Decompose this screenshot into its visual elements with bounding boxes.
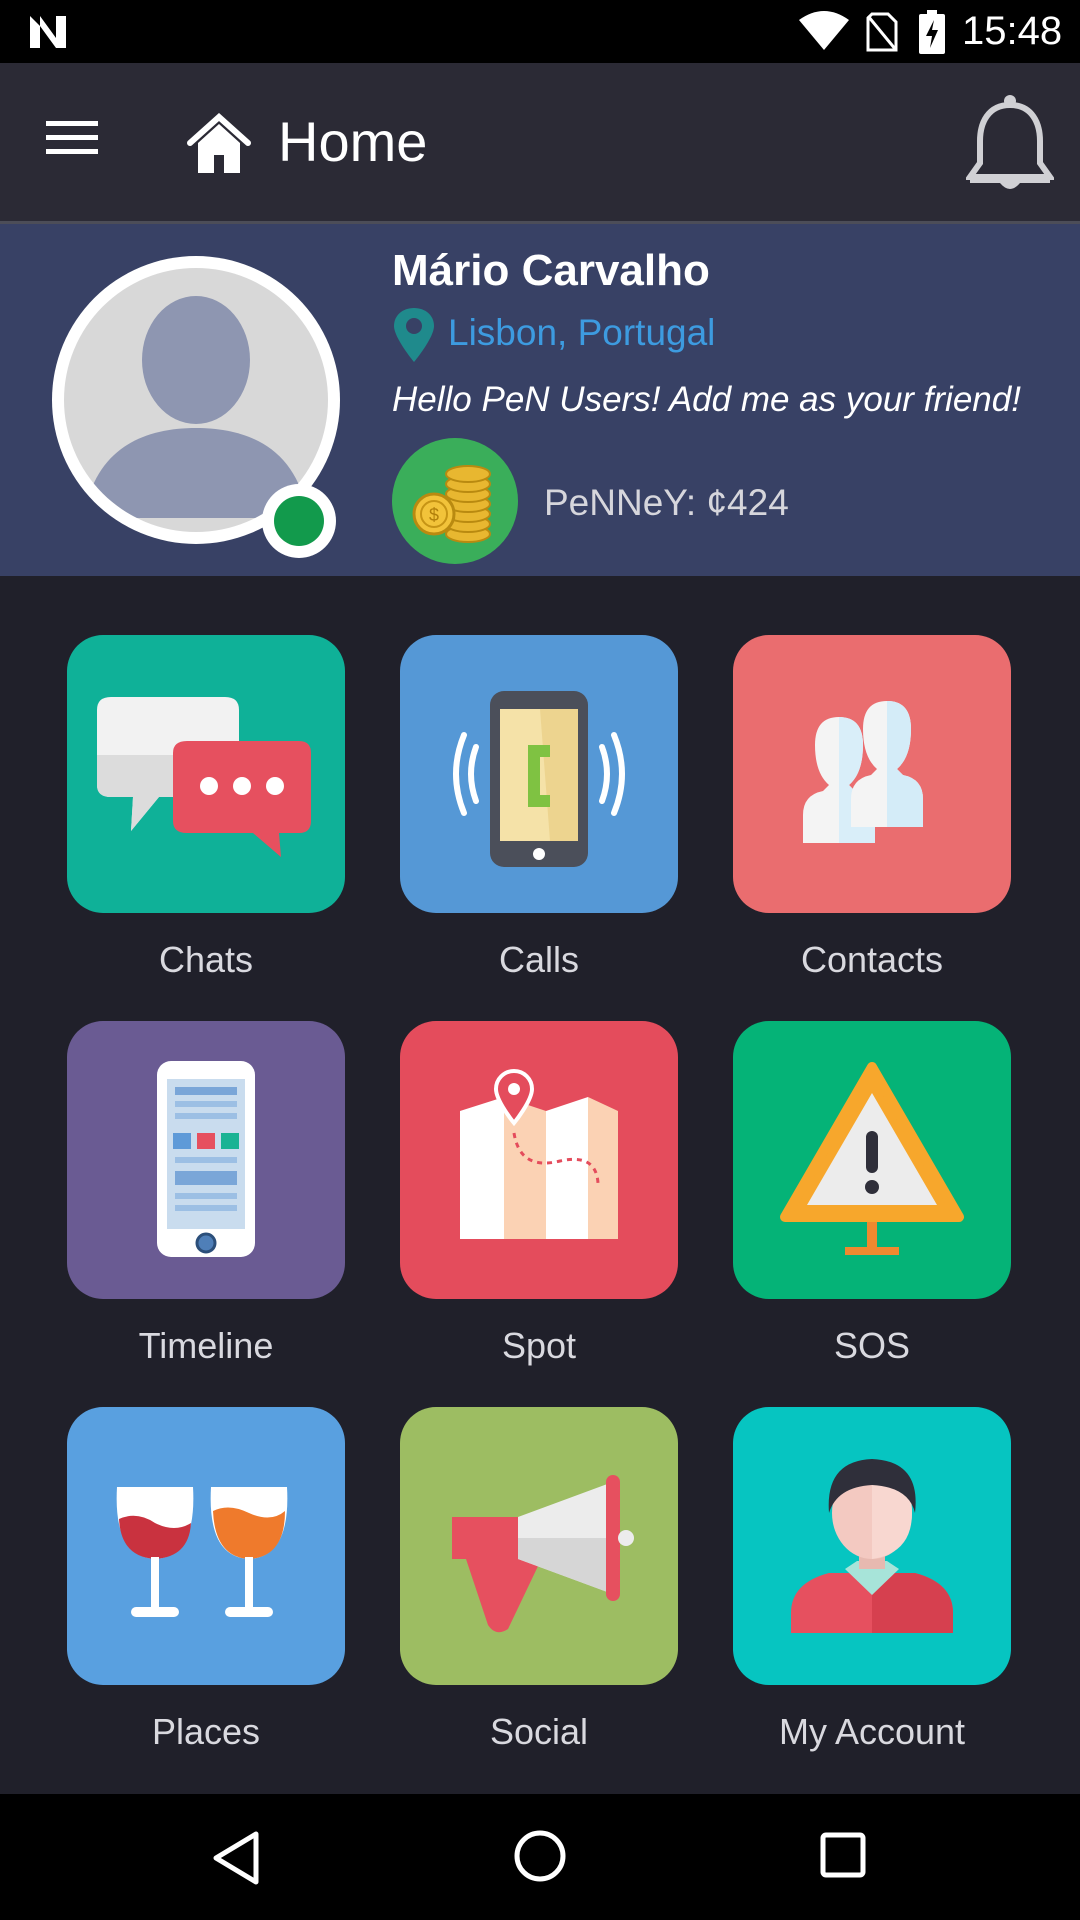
tile-places[interactable] — [67, 1407, 345, 1685]
coins-icon: $ — [412, 465, 491, 543]
tile-label-my-account: My Account — [778, 1711, 966, 1752]
status-bar: 15:48 — [0, 0, 1080, 63]
profile-status-message: Hello PeN Users! Add me as your friend! — [392, 380, 1021, 419]
map-pin-icon — [460, 1068, 618, 1239]
wifi-icon — [799, 11, 849, 50]
tile-timeline[interactable] — [67, 1021, 345, 1299]
location-pin-icon — [394, 308, 434, 362]
tile-label-sos: SOS — [833, 1325, 911, 1366]
penney-balance: PeNNeY: ¢424 — [544, 482, 789, 523]
tile-label-places: Places — [151, 1711, 261, 1752]
tile-social[interactable] — [400, 1407, 678, 1685]
tile-my-account[interactable] — [733, 1407, 1011, 1685]
home-icon — [187, 113, 251, 173]
tile-spot[interactable] — [400, 1021, 678, 1299]
tile-sos[interactable] — [733, 1021, 1011, 1299]
tile-label-spot: Spot — [501, 1325, 577, 1366]
tile-calls[interactable] — [400, 635, 678, 913]
menu-icon[interactable] — [46, 117, 98, 159]
home-circle-icon[interactable] — [514, 1830, 566, 1882]
profile-location[interactable]: Lisbon, Portugal — [448, 310, 715, 356]
app-bar: Home — [0, 63, 1080, 221]
back-icon[interactable] — [208, 1830, 264, 1886]
megaphone-icon — [452, 1475, 634, 1633]
phone-call-icon — [453, 691, 625, 867]
online-status-dot — [262, 484, 336, 558]
wine-glasses-icon — [116, 1487, 288, 1617]
avatar[interactable] — [52, 256, 340, 558]
tile-label-timeline: Timeline — [138, 1325, 274, 1366]
svg-text:$: $ — [429, 505, 439, 525]
tile-label-contacts: Contacts — [800, 939, 944, 980]
coins-badge[interactable]: $ — [392, 438, 518, 564]
clock: 15:48 — [962, 9, 1063, 53]
tile-contacts[interactable] — [733, 635, 1011, 913]
battery-charging-icon — [919, 10, 945, 54]
warning-sign-icon — [780, 1062, 964, 1255]
chat-bubbles-icon — [97, 697, 311, 857]
page-title: Home — [278, 110, 428, 173]
tile-label-calls: Calls — [498, 939, 579, 980]
tile-label-social: Social — [489, 1711, 589, 1752]
recents-icon[interactable] — [820, 1832, 866, 1878]
system-nav-bar — [0, 1794, 1080, 1920]
n-logo-icon — [30, 16, 66, 48]
profile-card: Mário Carvalho Lisbon, Portugal Hello Pe… — [0, 224, 1080, 576]
tile-chats[interactable] — [67, 635, 345, 913]
no-sim-icon — [866, 12, 898, 52]
bell-icon[interactable] — [966, 93, 1054, 195]
tile-label-chats: Chats — [158, 939, 254, 980]
contacts-icon — [803, 701, 923, 843]
profile-name: Mário Carvalho — [392, 246, 710, 295]
user-account-icon — [791, 1459, 953, 1633]
mobile-timeline-icon — [157, 1061, 255, 1257]
